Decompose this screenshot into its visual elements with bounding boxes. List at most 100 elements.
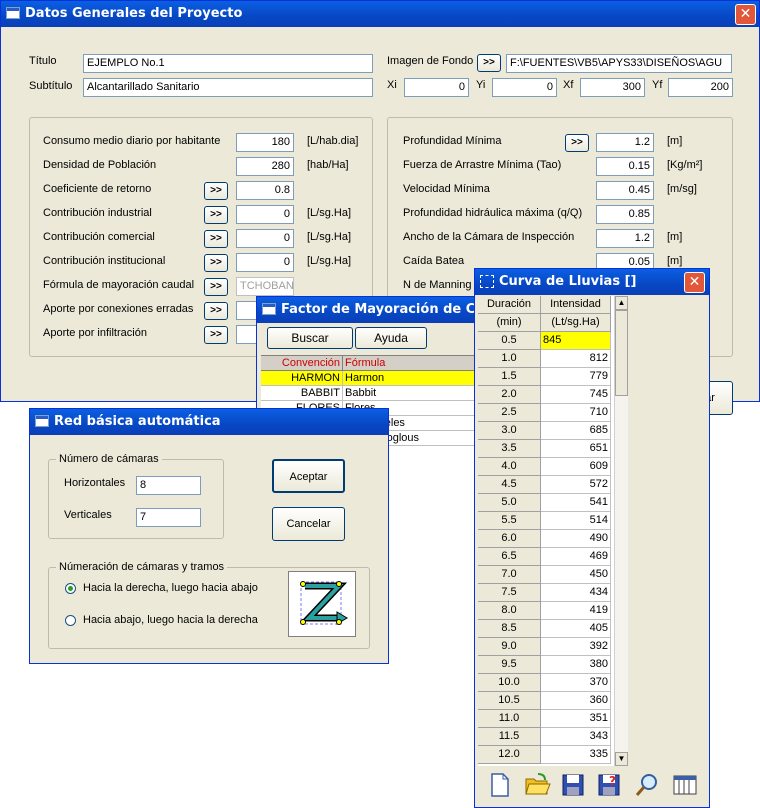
table-row[interactable]: 3.0 685	[478, 422, 611, 440]
param-value-field[interactable]: 280	[236, 157, 294, 176]
intensidad-cell[interactable]: 360	[541, 692, 611, 710]
intensidad-cell[interactable]: 685	[541, 422, 611, 440]
intensidad-cell[interactable]: 392	[541, 638, 611, 656]
xf-field[interactable]: 300	[580, 78, 645, 97]
intensidad-cell[interactable]: 343	[541, 728, 611, 746]
col-convencion-header[interactable]: Convención	[261, 356, 343, 371]
param-value-field[interactable]: 0.85	[596, 205, 654, 224]
imagen-path-field[interactable]: F:\FUENTES\VB5\APYS33\DISEÑOS\AGU	[506, 54, 732, 73]
intensidad-cell[interactable]: 745	[541, 386, 611, 404]
param-browse-button[interactable]: >>	[204, 182, 228, 200]
close-icon[interactable]: ✕	[735, 4, 756, 25]
intensidad-cell[interactable]: 609	[541, 458, 611, 476]
scroll-down-arrow-icon[interactable]: ▼	[615, 752, 628, 766]
intensidad-cell[interactable]: 335	[541, 746, 611, 764]
intensidad-cell[interactable]: 405	[541, 620, 611, 638]
table-row[interactable]: 7.5 434	[478, 584, 611, 602]
table-row[interactable]: 7.0 450	[478, 566, 611, 584]
intensidad-cell[interactable]: 779	[541, 368, 611, 386]
table-row[interactable]: 9.0 392	[478, 638, 611, 656]
table-row[interactable]: 2.5 710	[478, 404, 611, 422]
main-titlebar[interactable]: Datos Generales del Proyecto	[1, 1, 759, 27]
intensidad-cell[interactable]: 450	[541, 566, 611, 584]
param-browse-button[interactable]: >>	[204, 230, 228, 248]
col-duracion-header[interactable]: Duración	[478, 296, 541, 314]
table-row[interactable]: 12.0 335	[478, 746, 611, 764]
intensidad-cell[interactable]: 651	[541, 440, 611, 458]
param-value-field[interactable]: 0.8	[236, 181, 294, 200]
param-value-field[interactable]: 1.2	[596, 229, 654, 248]
intensidad-cell[interactable]: 845	[541, 332, 611, 350]
table-row[interactable]: 4.5 572	[478, 476, 611, 494]
param-value-field[interactable]: 0.45	[596, 181, 654, 200]
table-row[interactable]: 8.5 405	[478, 620, 611, 638]
red-titlebar[interactable]: Red básica automática	[30, 409, 388, 435]
table-row[interactable]: 9.5 380	[478, 656, 611, 674]
table-row[interactable]: 4.0 609	[478, 458, 611, 476]
option-derecha-radio[interactable]	[65, 583, 76, 594]
lluvias-titlebar[interactable]: Curva de Lluvias []	[475, 269, 709, 295]
save-as-disk-icon[interactable]: ?	[595, 771, 623, 799]
lluvias-scrollbar[interactable]: ▲ ▼	[614, 296, 628, 766]
param-value-field[interactable]: 0	[236, 229, 294, 248]
ayuda-button[interactable]: Ayuda	[355, 327, 427, 349]
table-row[interactable]: 8.0 419	[478, 602, 611, 620]
param-value-field[interactable]: TCHOBAN	[236, 277, 294, 296]
factor-titlebar[interactable]: Factor de Mayoración de Cauda	[257, 297, 485, 323]
intensidad-cell[interactable]: 351	[541, 710, 611, 728]
param-browse-button[interactable]: >>	[204, 326, 228, 344]
param-value-field[interactable]: 0.15	[596, 157, 654, 176]
table-row[interactable]: HARMON Harmon	[261, 371, 487, 386]
intensidad-cell[interactable]: 370	[541, 674, 611, 692]
col-formula-header[interactable]: Fórmula	[343, 356, 487, 371]
param-browse-button[interactable]: >>	[204, 302, 228, 320]
option-derecha-label[interactable]: Hacia la derecha, luego hacia abajo	[83, 582, 258, 594]
param-value-field[interactable]: 0	[236, 253, 294, 272]
aceptar-button[interactable]: Aceptar	[272, 459, 345, 493]
param-browse-button[interactable]: >>	[204, 254, 228, 272]
intensidad-cell[interactable]: 812	[541, 350, 611, 368]
table-row[interactable]: 2.0 745	[478, 386, 611, 404]
option-abajo-label[interactable]: Hacia abajo, luego hacia la derecha	[83, 614, 258, 626]
option-abajo-radio[interactable]	[65, 615, 76, 626]
col-intensidad-header[interactable]: Intensidad	[541, 296, 611, 314]
cancelar-button[interactable]: Cancelar	[272, 507, 345, 541]
table-row[interactable]: 0.5 845	[478, 332, 611, 350]
param-value-field[interactable]: 0	[236, 205, 294, 224]
table-row[interactable]: 11.0 351	[478, 710, 611, 728]
horizontales-field[interactable]: 8	[136, 476, 201, 495]
intensidad-cell[interactable]: 419	[541, 602, 611, 620]
intensidad-cell[interactable]: 710	[541, 404, 611, 422]
intensidad-cell[interactable]: 490	[541, 530, 611, 548]
open-folder-icon[interactable]	[523, 771, 551, 799]
table-row[interactable]: 5.0 541	[478, 494, 611, 512]
intensidad-cell[interactable]: 514	[541, 512, 611, 530]
scroll-thumb[interactable]	[615, 310, 628, 396]
verticales-field[interactable]: 7	[136, 508, 201, 527]
intensidad-cell[interactable]: 434	[541, 584, 611, 602]
table-row[interactable]: 5.5 514	[478, 512, 611, 530]
table-row[interactable]: 1.0 812	[478, 350, 611, 368]
param-browse-button[interactable]: >>	[565, 134, 589, 152]
table-row[interactable]: 10.0 370	[478, 674, 611, 692]
intensidad-cell[interactable]: 572	[541, 476, 611, 494]
yf-field[interactable]: 200	[668, 78, 733, 97]
table-row[interactable]: 3.5 651	[478, 440, 611, 458]
table-row[interactable]: 11.5 343	[478, 728, 611, 746]
table-row[interactable]: 1.5 779	[478, 368, 611, 386]
save-disk-icon[interactable]	[559, 771, 587, 799]
buscar-button[interactable]: Buscar	[267, 327, 353, 349]
new-document-icon[interactable]	[485, 771, 513, 799]
intensidad-cell[interactable]: 380	[541, 656, 611, 674]
param-value-field[interactable]: 1.2	[596, 133, 654, 152]
table-row[interactable]: 6.5 469	[478, 548, 611, 566]
intensidad-cell[interactable]: 541	[541, 494, 611, 512]
param-value-field[interactable]: 180	[236, 133, 294, 152]
table-row[interactable]: 6.0 490	[478, 530, 611, 548]
table-row[interactable]: BABBIT Babbit	[261, 386, 487, 401]
scroll-up-arrow-icon[interactable]: ▲	[615, 296, 628, 310]
subtitulo-field[interactable]: Alcantarillado Sanitario	[83, 78, 373, 97]
table-row[interactable]: 10.5 360	[478, 692, 611, 710]
imagen-browse-button[interactable]: >>	[477, 54, 501, 72]
close-icon[interactable]: ✕	[684, 272, 705, 293]
